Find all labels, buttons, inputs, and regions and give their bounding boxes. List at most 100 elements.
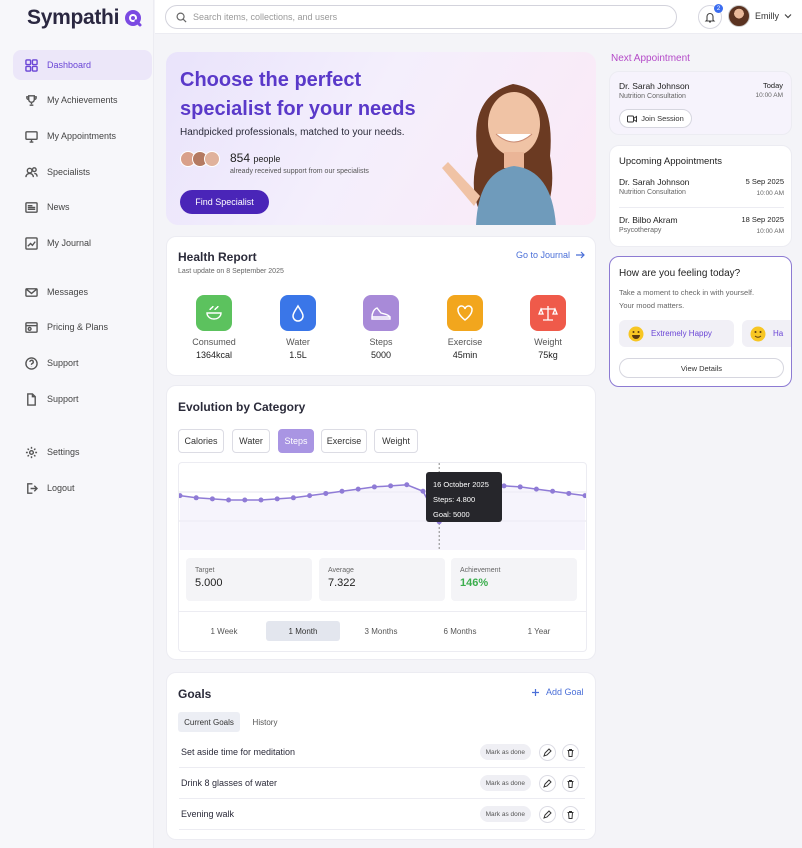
mood-option-extremely-happy[interactable]: Extremely Happy [619,320,734,347]
user-menu[interactable]: Emilly [728,5,792,27]
sidebar-item-news[interactable]: News [13,192,152,222]
metric-exercise[interactable]: Exercise 45min [435,295,495,360]
delete-button[interactable] [562,774,579,792]
mark-as-done-button[interactable]: Mark as done [479,775,531,791]
goal-row: Evening walk Mark as done [179,799,585,830]
edit-button[interactable] [539,774,556,792]
trash-icon [567,779,574,788]
edit-button[interactable] [539,743,556,761]
chart-point[interactable] [533,486,539,492]
steps-line-chart[interactable] [179,463,586,550]
chart-point[interactable] [193,495,199,501]
chart-point[interactable] [339,488,345,494]
appointment-date: 5 Sep 2025 [745,177,784,186]
stat-value: 5.000 [195,577,223,589]
chart-point[interactable] [290,495,296,501]
chart-point[interactable] [371,484,377,490]
chart-point[interactable] [258,497,264,503]
sidebar: Sympathi Dashboard My Achievements My Ap… [0,0,154,848]
chart-point[interactable] [355,486,361,492]
edit-button[interactable] [539,805,556,823]
mood-option-label: Extremely Happy [651,329,712,338]
range-1-week[interactable]: 1 Week [187,621,261,641]
sidebar-item-achievements[interactable]: My Achievements [13,85,152,115]
people-count-number: 854 [230,151,251,165]
sidebar-item-pricing[interactable]: Pricing & Plans [13,312,152,342]
goal-text: Set aside time for meditation [181,747,296,757]
sidebar-item-messages[interactable]: Messages [13,277,152,307]
smiling-face-icon [750,326,766,341]
range-1-month[interactable]: 1 Month [266,621,340,641]
mark-as-done-button[interactable]: Mark as done [479,744,531,760]
chart-point[interactable] [501,483,507,489]
video-icon [627,115,638,122]
sidebar-item-settings[interactable]: Settings [13,437,152,467]
chart-point[interactable] [404,482,410,488]
sidebar-item-appointments[interactable]: My Appointments [13,121,152,151]
chart-point[interactable] [550,488,556,494]
find-specialist-button[interactable]: Find Specialist [180,190,269,214]
join-session-button[interactable]: Join Session [619,109,692,128]
tab-steps[interactable]: Steps [278,429,314,453]
mood-option-happy[interactable]: Ha [742,320,791,347]
metric-consumed[interactable]: Consumed 1364kcal [184,295,244,360]
tab-history[interactable]: History [245,712,285,732]
sidebar-item-label: Pricing & Plans [47,322,109,332]
sidebar-item-specialists[interactable]: Specialists [13,157,152,187]
search-input[interactable] [193,12,653,22]
document-icon [27,392,36,406]
chart-point[interactable] [420,488,426,494]
chart-point[interactable] [209,496,215,502]
sidebar-item-support-docs[interactable]: Support [13,384,152,414]
health-report-updated: Last update on 8 September 2025 [178,268,284,275]
sidebar-item-journal[interactable]: My Journal [13,228,152,258]
sidebar-item-support[interactable]: Support [13,348,152,378]
tab-calories[interactable]: Calories [178,429,224,453]
add-goal-button[interactable]: Add Goal [531,687,584,697]
mark-as-done-button[interactable]: Mark as done [479,806,531,822]
tab-exercise[interactable]: Exercise [321,429,367,453]
appointment-type: Nutrition Consultation [619,93,686,100]
metric-steps[interactable]: Steps 5000 [351,295,411,360]
search-bar[interactable] [165,5,677,29]
chart-point[interactable] [242,497,248,503]
goal-row: Drink 8 glasses of water Mark as done [179,768,585,799]
stat-average: Average 7.322 [319,558,445,601]
range-3-months[interactable]: 3 Months [344,621,418,641]
logout-icon [27,482,38,494]
tab-current-goals[interactable]: Current Goals [178,712,240,732]
metric-water[interactable]: Water 1.5L [268,295,328,360]
range-1-year[interactable]: 1 Year [502,621,576,641]
metric-value: 1364kcal [195,350,233,360]
chart-point[interactable] [566,490,572,496]
chart-point[interactable] [274,496,280,502]
tab-weight[interactable]: Weight [374,429,418,453]
chart-area [180,484,585,550]
chart-point[interactable] [323,490,329,496]
chart-point[interactable] [226,497,232,503]
app-logo[interactable]: Sympathi [27,6,143,30]
goal-row: Set aside time for meditation Mark as do… [179,737,585,768]
view-details-button[interactable]: View Details [619,358,784,378]
metric-value: 75kg [538,350,558,360]
avatar-stack [180,151,220,167]
chart-point[interactable] [517,484,523,490]
sidebar-item-logout[interactable]: Logout [13,473,152,503]
upcoming-item[interactable]: Dr. Bilbo Akram Psycotherapy 18 Sep 2025… [619,215,784,243]
metric-value: 1.5L [289,350,307,360]
notification-button[interactable]: 2 [698,4,723,29]
metric-weight[interactable]: Weight 75kg [518,295,578,360]
tab-water[interactable]: Water [232,429,270,453]
stat-label: Average [328,567,354,574]
chart-tooltip: 16 October 2025 Steps: 4.800 Goal: 5000 [426,472,502,522]
sidebar-item-dashboard[interactable]: Dashboard [13,50,152,80]
chart-point[interactable] [388,483,394,489]
go-to-journal-link[interactable]: Go to Journal [516,250,585,260]
delete-button[interactable] [562,743,579,761]
upcoming-item[interactable]: Dr. Sarah Johnson Nutrition Consultation… [619,177,784,208]
range-6-months[interactable]: 6 Months [423,621,497,641]
chart-point[interactable] [307,493,313,499]
delete-button[interactable] [562,805,579,823]
metric-label: Consumed [192,337,236,347]
evolution-card: Evolution by Category Calories Water Ste… [166,385,596,660]
